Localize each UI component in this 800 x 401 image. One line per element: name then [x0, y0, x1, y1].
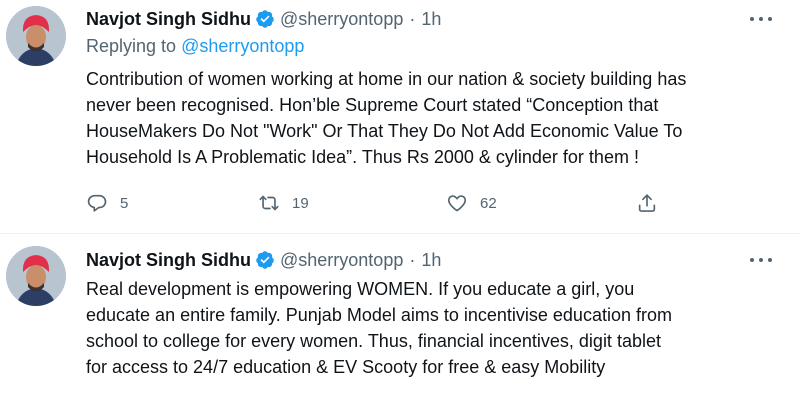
tweet-header: Navjot Singh Sidhu @sherryontopp · 1h: [86, 6, 441, 32]
retweet-count: 19: [292, 194, 309, 212]
tweet-text-line: school to college for every women. Thus,…: [86, 331, 661, 351]
replying-to: Replying to @sherryontopp: [86, 36, 304, 57]
tweet-text: Contribution of women working at home in…: [86, 66, 786, 170]
share-icon: [636, 192, 658, 214]
separator-dot: ·: [409, 8, 416, 29]
author-handle[interactable]: @sherryontopp: [280, 9, 403, 30]
replying-to-mention[interactable]: @sherryontopp: [181, 36, 304, 56]
reply-count: 5: [120, 194, 129, 212]
tweet-text: Real development is empowering WOMEN. If…: [86, 276, 786, 380]
author-name[interactable]: Navjot Singh Sidhu: [86, 9, 251, 30]
reply-icon: [86, 192, 108, 214]
tweet-text-line: Household Is A Problematic Idea”. Thus R…: [86, 147, 639, 167]
timestamp[interactable]: 1h: [421, 250, 441, 271]
reply-button[interactable]: 5: [86, 190, 128, 216]
more-options-icon[interactable]: [744, 8, 778, 30]
tweet-actions: 5 19 62: [86, 190, 686, 216]
verified-badge-icon: [255, 9, 275, 29]
like-button[interactable]: 62: [446, 190, 497, 216]
timestamp[interactable]: 1h: [421, 9, 441, 30]
separator-dot: ·: [409, 249, 416, 270]
author-handle[interactable]: @sherryontopp: [280, 250, 403, 271]
avatar[interactable]: [6, 246, 66, 306]
author-name[interactable]: Navjot Singh Sidhu: [86, 250, 251, 271]
tweet-text-line: educate an entire family. Punjab Model a…: [86, 305, 672, 325]
replying-to-label: Replying to: [86, 36, 177, 56]
tweet-text-line: HouseMakers Do Not "Work" Or That They D…: [86, 121, 683, 141]
tweet[interactable]: Navjot Singh Sidhu @sherryontopp · 1h Re…: [0, 234, 800, 401]
avatar[interactable]: [6, 6, 66, 66]
tweet[interactable]: Navjot Singh Sidhu @sherryontopp · 1h Re…: [0, 0, 800, 234]
like-count: 62: [480, 194, 497, 212]
more-options-icon[interactable]: [744, 249, 778, 271]
retweet-icon: [258, 192, 280, 214]
tweet-text-line: Real development is empowering WOMEN. If…: [86, 279, 635, 299]
retweet-button[interactable]: 19: [258, 190, 309, 216]
tweet-header: Navjot Singh Sidhu @sherryontopp · 1h: [86, 247, 441, 273]
tweet-text-line: never been recognised. Hon’ble Supreme C…: [86, 95, 659, 115]
verified-badge-icon: [255, 250, 275, 270]
tweet-text-line: Contribution of women working at home in…: [86, 69, 687, 89]
like-icon: [446, 192, 468, 214]
tweet-text-line: for access to 24/7 education & EV Scooty…: [86, 357, 606, 377]
share-button[interactable]: [636, 190, 658, 216]
